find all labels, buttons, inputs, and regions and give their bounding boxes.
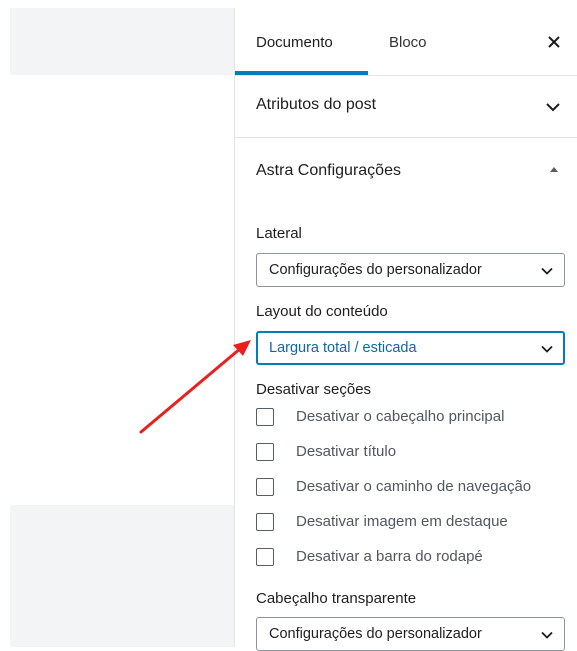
editor-header-strip: [10, 8, 234, 75]
checkbox[interactable]: [256, 478, 274, 496]
checkbox-label: Desativar imagem em destaque: [296, 513, 508, 530]
checkbox-disable-featured-image[interactable]: Desativar imagem em destaque: [256, 511, 576, 535]
chevron-down-icon: [541, 345, 553, 353]
label-transparent-header: Cabeçalho transparente: [256, 590, 417, 607]
chevron-down-icon: [541, 631, 553, 639]
checkbox-disable-footer[interactable]: Desativar a barra do rodapé: [256, 546, 576, 570]
checkbox[interactable]: [256, 513, 274, 531]
label-content-layout: Layout do conteúdo: [256, 303, 388, 320]
checkbox-disable-header[interactable]: Desativar o cabeçalho principal: [256, 406, 576, 430]
panel-astra: Astra Configurações Lateral Configuraçõe…: [235, 138, 577, 651]
sidebar-tabs: Documento Bloco: [235, 8, 577, 76]
checkbox-label: Desativar o cabeçalho principal: [296, 408, 505, 425]
select-lateral[interactable]: Configurações do personalizador: [256, 253, 565, 287]
settings-sidebar: Documento Bloco Atributos do post Astra …: [234, 8, 577, 651]
select-transparent-header-value: Configurações do personalizador: [269, 626, 482, 642]
chevron-down-icon: [541, 267, 553, 275]
tab-documento[interactable]: Documento: [256, 8, 333, 75]
checkbox-disable-breadcrumb[interactable]: Desativar o caminho de navegação: [256, 476, 576, 500]
panel-post-attributes[interactable]: Atributos do post: [235, 75, 577, 138]
checkbox[interactable]: [256, 548, 274, 566]
select-content-layout[interactable]: Largura total / esticada: [256, 331, 565, 365]
label-lateral: Lateral: [256, 225, 302, 242]
close-icon: [548, 36, 560, 48]
caret-up-icon[interactable]: [549, 164, 559, 174]
tab-bloco[interactable]: Bloco: [389, 8, 427, 75]
checkbox[interactable]: [256, 443, 274, 461]
panel-title-post-attributes: Atributos do post: [256, 96, 377, 113]
label-disable-sections: Desativar seções: [256, 381, 372, 398]
checkbox-label: Desativar título: [296, 443, 397, 460]
editor-canvas: [0, 0, 234, 647]
close-sidebar-button[interactable]: [544, 32, 564, 52]
panel-title-astra[interactable]: Astra Configurações: [256, 162, 401, 180]
chevron-down-icon: [546, 103, 560, 112]
select-lateral-value: Configurações do personalizador: [269, 262, 482, 278]
checkbox-label: Desativar a barra do rodapé: [296, 548, 483, 565]
select-transparent-header[interactable]: Configurações do personalizador: [256, 617, 565, 651]
editor-background: [10, 505, 234, 647]
checkbox[interactable]: [256, 408, 274, 426]
checkbox-disable-title[interactable]: Desativar título: [256, 441, 576, 465]
checkbox-label: Desativar o caminho de navegação: [296, 478, 532, 495]
select-content-layout-value: Largura total / esticada: [269, 340, 417, 356]
